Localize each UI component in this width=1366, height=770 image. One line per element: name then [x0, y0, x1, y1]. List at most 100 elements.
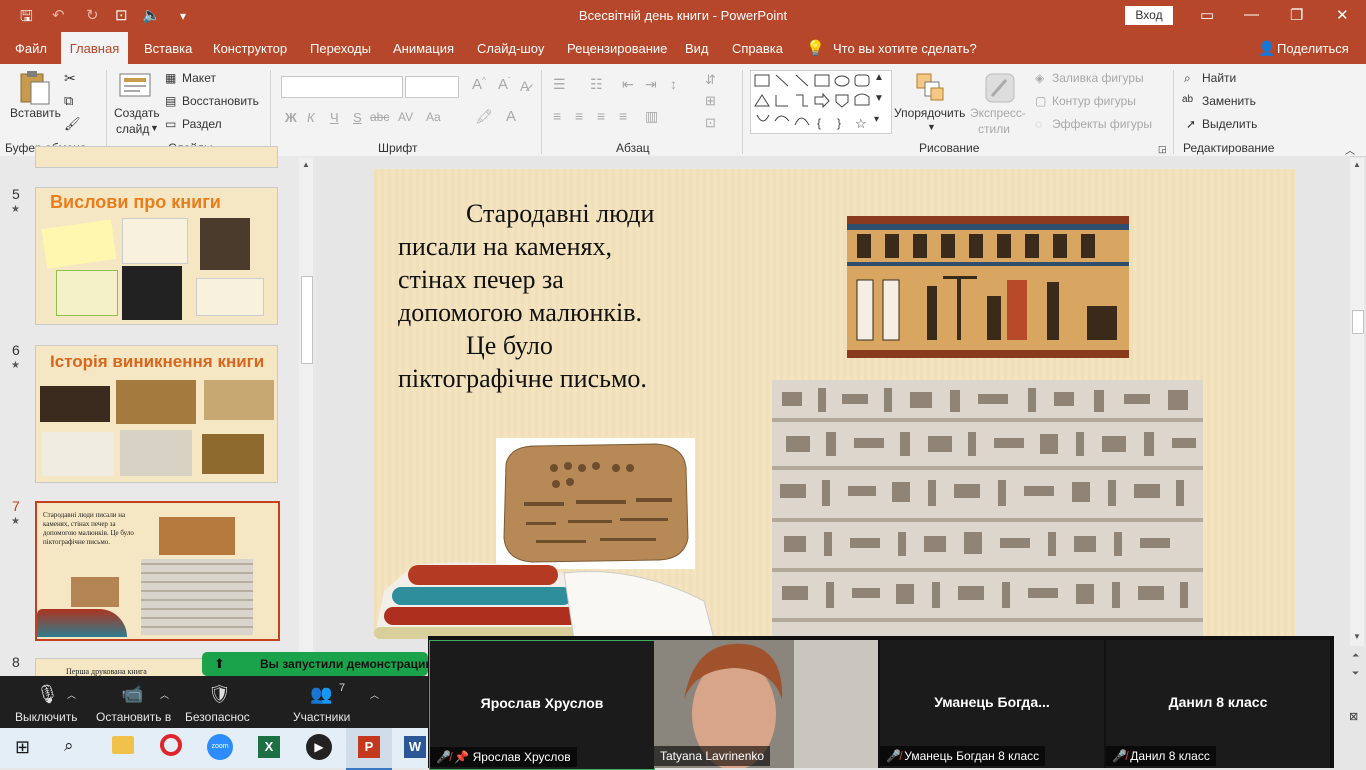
columns-icon[interactable]: ▥ [645, 108, 658, 125]
prev-slide-icon[interactable]: ⏶ [1352, 650, 1359, 661]
stop-video-button[interactable]: Остановить в [96, 710, 171, 724]
shadow-button[interactable]: S [353, 110, 362, 125]
scroll-up-icon[interactable]: ▲ [1350, 160, 1364, 169]
editor-scrollbar[interactable]: ▲ ▼ [1350, 158, 1364, 646]
tab-insert[interactable]: Вставка [144, 41, 192, 56]
shrink-font-icon[interactable]: Aˇ [498, 76, 511, 93]
collapse-ribbon-icon[interactable]: ︿ [1345, 142, 1355, 157]
scroll-thumb[interactable] [1352, 310, 1364, 334]
tab-design[interactable]: Конструктор [213, 41, 287, 56]
clear-format-icon[interactable]: A̷ [520, 78, 529, 94]
reset-button[interactable]: Восстановить [182, 94, 259, 108]
tab-view[interactable]: Вид [685, 41, 709, 56]
slide-thumbnail-4[interactable] [35, 146, 278, 168]
excel-icon[interactable]: X [258, 736, 280, 758]
paste-icon[interactable] [19, 70, 51, 106]
align-center-icon[interactable]: ≡ [575, 108, 583, 124]
text-direction-icon[interactable]: ⇵ [705, 72, 716, 88]
video-tile[interactable]: Данил 8 класс 🎤̸ Данил 8 класс [1106, 640, 1330, 768]
slide-text-box[interactable]: Стародавні люди писали на каменях, стіна… [398, 197, 728, 395]
arrange-button[interactable]: Упорядочить [894, 106, 965, 120]
tab-review[interactable]: Рецензирование [567, 41, 667, 56]
scroll-down-icon[interactable]: ▼ [1350, 632, 1364, 641]
select-button[interactable]: Выделить [1202, 117, 1257, 131]
zoom-app-icon[interactable]: zoom [207, 734, 233, 760]
egyptian-papyrus-image[interactable] [847, 216, 1129, 358]
powerpoint-taskbar-button[interactable]: P [346, 728, 392, 770]
tab-transitions[interactable]: Переходы [310, 41, 371, 56]
line-spacing-icon[interactable]: ↕ [670, 76, 677, 92]
hieroglyphs-stone-image[interactable] [772, 380, 1203, 639]
tab-home[interactable]: Главная [61, 32, 128, 64]
arrange-icon[interactable] [915, 72, 945, 102]
media-player-icon[interactable]: ▶ [306, 734, 332, 760]
security-shield-icon[interactable]: 🛡 [208, 684, 231, 705]
tab-slideshow[interactable]: Слайд-шоу [477, 41, 544, 56]
participants-button[interactable]: Участники [293, 710, 350, 724]
video-tile[interactable]: Ярослав Хруслов 🎤̸ 📌 Ярослав Хруслов [429, 640, 655, 770]
underline-button[interactable]: Ч [330, 110, 339, 125]
tab-animations[interactable]: Анимация [393, 41, 454, 56]
shape-outline-button[interactable]: Контур фигуры [1052, 94, 1136, 108]
gallery-more-icon[interactable]: ▾ [874, 114, 879, 125]
current-slide[interactable]: Стародавні люди писали на каменях, стіна… [374, 169, 1295, 639]
fit-slide-icon[interactable]: ⊠ [1349, 710, 1358, 723]
font-name-combo[interactable] [281, 76, 403, 98]
tab-file[interactable]: Файл [15, 41, 47, 56]
minimize-icon[interactable]: — [1244, 6, 1259, 23]
video-tile[interactable]: Уманець Богда... 🎤̸ Уманець Богдан 8 кла… [880, 640, 1104, 768]
security-button[interactable]: Безопаснос [185, 710, 250, 724]
search-icon[interactable]: ⌕ [64, 736, 74, 756]
slide-thumbnail-5[interactable]: Вислови про книги [35, 187, 278, 325]
ribbon-display-icon[interactable]: ▭ [1200, 6, 1214, 24]
microphone-icon[interactable]: 🎙 [36, 684, 59, 705]
gallery-up-icon[interactable]: ▲ [874, 72, 884, 83]
chevron-up-icon[interactable]: ︿ [160, 688, 169, 701]
quick-styles-button[interactable]: Экспресс- [970, 106, 1026, 120]
scroll-thumb[interactable] [301, 276, 313, 364]
increase-indent-icon[interactable]: ⇥ [645, 76, 657, 93]
align-left-icon[interactable]: ≡ [553, 108, 561, 124]
new-slide-icon[interactable] [118, 70, 152, 100]
tell-me-search[interactable]: Что вы хотите сделать? [833, 41, 977, 56]
tab-help[interactable]: Справка [732, 41, 783, 56]
smartart-icon[interactable]: ⊡ [705, 115, 716, 131]
highlight-icon[interactable]: 🖍 [475, 108, 493, 125]
copy-icon[interactable]: ⧉ [64, 93, 73, 109]
align-right-icon[interactable]: ≡ [597, 108, 605, 124]
find-button[interactable]: Найти [1202, 71, 1236, 85]
format-painter-icon[interactable]: 🖌 [64, 116, 81, 132]
grow-font-icon[interactable]: A^ [472, 76, 486, 93]
quick-styles-icon[interactable] [984, 72, 1016, 104]
screen-share-banner[interactable]: ⬆ Вы запустили демонстрацию [202, 652, 436, 676]
layout-button[interactable]: Макет [182, 71, 216, 85]
gallery-down-icon[interactable]: ▼ [874, 93, 884, 104]
thumbnails-scrollbar[interactable]: ▲ [299, 158, 313, 676]
justify-icon[interactable]: ≡ [619, 108, 627, 124]
show-desktop-icon[interactable]: ▏ [1333, 740, 1341, 751]
word-icon[interactable]: W [404, 736, 426, 758]
maximize-icon[interactable]: ❐ [1290, 6, 1303, 24]
video-tile[interactable]: Tatyana Lavrinenko [654, 640, 878, 768]
italic-button[interactable]: К [307, 110, 315, 125]
bold-button[interactable]: Ж [285, 110, 297, 125]
dialog-launcher-icon[interactable]: ◲ [1158, 144, 1167, 155]
slide-thumbnail-6[interactable]: Історія виникнення книги [35, 345, 278, 483]
slide-thumbnail-7[interactable]: Стародавні люди писали на каменях, стіна… [35, 501, 280, 641]
new-slide-button[interactable]: Создать [114, 106, 160, 120]
next-slide-icon[interactable]: ⏷ [1352, 668, 1359, 679]
cut-icon[interactable]: ✂ [64, 70, 76, 87]
font-size-combo[interactable] [405, 76, 459, 98]
opera-icon[interactable] [160, 734, 182, 756]
decrease-indent-icon[interactable]: ⇤ [622, 76, 634, 93]
align-text-icon[interactable]: ⊞ [705, 93, 716, 109]
chevron-up-icon[interactable]: ︿ [67, 688, 76, 701]
char-spacing-button[interactable]: AV [398, 110, 413, 124]
change-case-button[interactable]: Aa [426, 110, 441, 124]
video-camera-icon[interactable]: 📹 [121, 684, 143, 705]
shape-effects-button[interactable]: Эффекты фигуры [1052, 117, 1152, 131]
shapes-gallery[interactable]: { } ☆ [750, 70, 892, 134]
mute-button[interactable]: Выключить [15, 710, 77, 724]
numbering-icon[interactable]: ☷ [590, 76, 603, 93]
close-icon[interactable]: ✕ [1336, 6, 1349, 24]
